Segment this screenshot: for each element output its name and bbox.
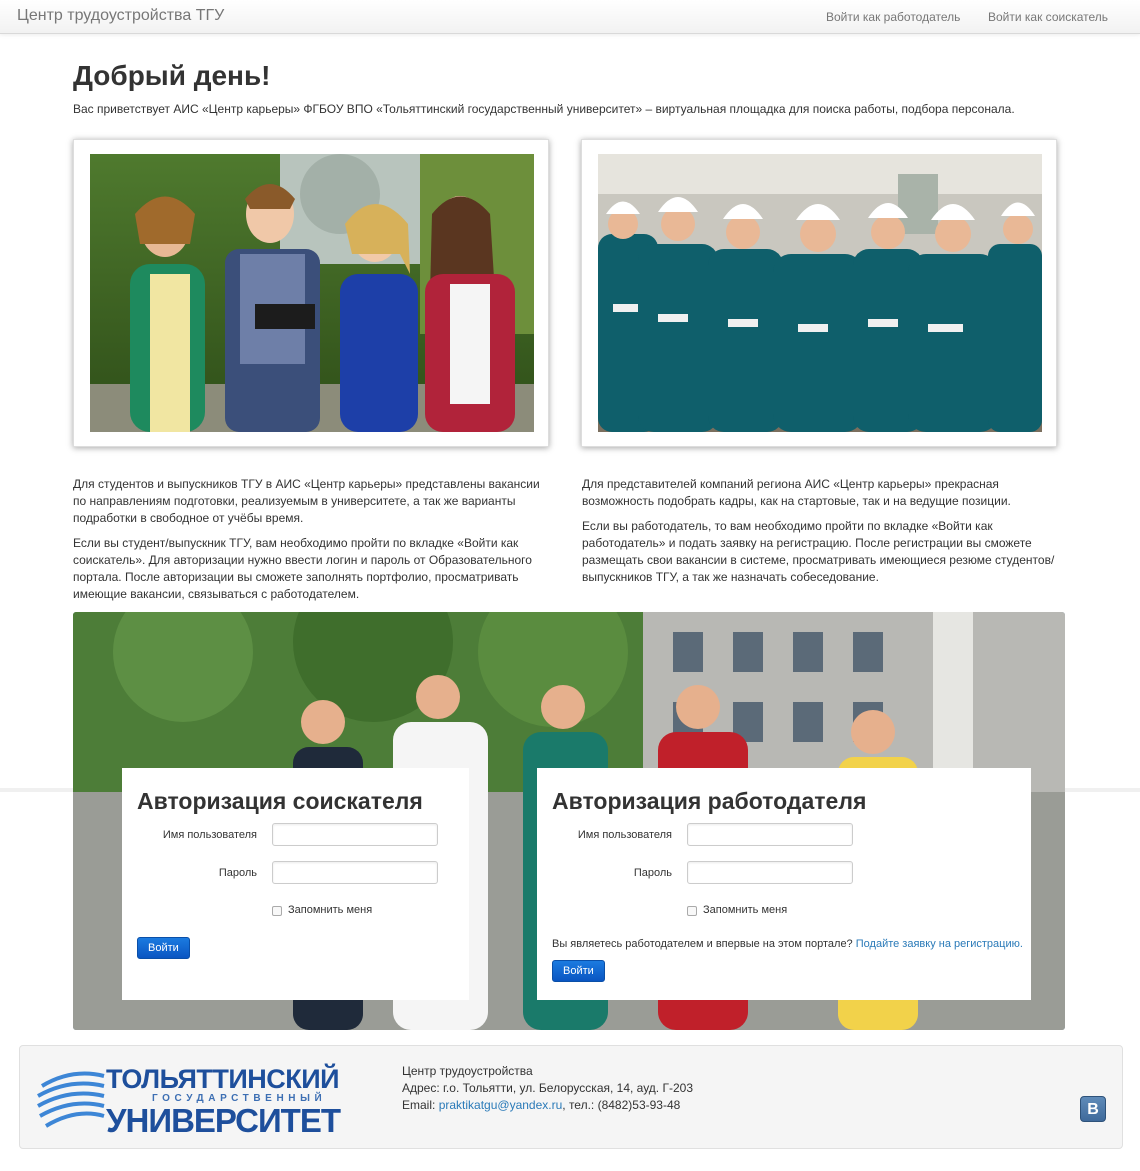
seeker-remember-label: Запомнить меня: [288, 904, 373, 916]
logo-text-line3: УНИВЕРСИТЕТ: [106, 1102, 341, 1139]
workers-photo: [598, 154, 1042, 432]
brand-title[interactable]: Центр трудоустройства ТГУ: [17, 7, 224, 25]
nav-login-employer[interactable]: Войти как работодатель: [826, 10, 960, 24]
footer: ТОЛЬЯТТИНСКИЙ ГОСУДАРСТВЕННЫЙ УНИВЕРСИТЕ…: [19, 1045, 1123, 1149]
photo-frame-workers: [581, 139, 1057, 447]
employers-paragraph-2: Если вы работодатель, то вам необходимо …: [582, 519, 1055, 584]
registration-note: Вы являетесь работодателем и впервые на …: [552, 938, 1023, 950]
registration-question: Вы являетесь работодателем и впервые на …: [552, 938, 853, 950]
intro-text: Вас приветствует АИС «Центр карьеры» ФГБ…: [73, 102, 1015, 116]
employer-login-title: Авторизация работодателя: [552, 788, 867, 814]
footer-email-link[interactable]: praktikatgu@yandex.ru: [439, 1098, 563, 1112]
seeker-login-title: Авторизация соискателя: [137, 788, 423, 814]
footer-address: Адрес: г.о. Тольятти, ул. Белорусская, 1…: [402, 1081, 693, 1095]
photo-frame-students: [73, 139, 549, 447]
footer-email-label: Email:: [402, 1098, 436, 1112]
seeker-login-button[interactable]: Войти: [137, 937, 190, 959]
employer-password-input[interactable]: [687, 861, 853, 884]
logo-globe-icon: [37, 1071, 105, 1128]
footer-contacts: Email: praktikatgu@yandex.ru, тел.: (848…: [402, 1098, 680, 1112]
page-title: Добрый день!: [73, 60, 271, 91]
university-logo[interactable]: ТОЛЬЯТТИНСКИЙ ГОСУДАРСТВЕННЫЙ УНИВЕРСИТЕ…: [36, 1062, 376, 1139]
seeker-username-label: Имя пользователя: [162, 829, 257, 841]
footer-center-link[interactable]: Центр трудоустройства: [402, 1064, 533, 1078]
students-info: Для студентов и выпускников ТГУ в АИС «Ц…: [73, 476, 553, 603]
employer-login-button[interactable]: Войти: [552, 960, 605, 982]
nav-login-seeker[interactable]: Войти как соискатель: [988, 10, 1108, 24]
vk-icon[interactable]: B: [1080, 1096, 1106, 1122]
seeker-remember-checkbox[interactable]: [272, 906, 282, 916]
employer-username-input[interactable]: [687, 823, 853, 846]
seeker-password-input[interactable]: [272, 861, 438, 884]
navbar: Центр трудоустройства ТГУ Войти как рабо…: [0, 0, 1140, 34]
students-paragraph-2: Если вы студент/выпускник ТГУ, вам необх…: [73, 536, 532, 601]
footer-phone: , тел.: (8482)53-93-48: [562, 1098, 681, 1112]
employer-password-label: Пароль: [633, 867, 672, 879]
seeker-password-label: Пароль: [218, 867, 257, 879]
employer-login-panel: Авторизация работодателя Имя пользовател…: [537, 768, 1031, 1000]
logo-text-line1: ТОЛЬЯТТИНСКИЙ: [106, 1064, 340, 1094]
students-paragraph-1: Для студентов и выпускников ТГУ в АИС «Ц…: [73, 477, 540, 525]
students-photo: [90, 154, 534, 432]
employers-paragraph-1: Для представителей компаний региона АИС …: [582, 477, 1011, 508]
employer-username-label: Имя пользователя: [577, 829, 672, 841]
employer-remember-label: Запомнить меня: [703, 904, 788, 916]
employers-info: Для представителей компаний региона АИС …: [582, 476, 1062, 586]
seeker-username-input[interactable]: [272, 823, 438, 846]
employer-remember-checkbox[interactable]: [687, 906, 697, 916]
seeker-login-panel: Авторизация соискателя Имя пользователя …: [122, 768, 469, 1000]
registration-link[interactable]: Подайте заявку на регистрацию.: [856, 938, 1023, 950]
